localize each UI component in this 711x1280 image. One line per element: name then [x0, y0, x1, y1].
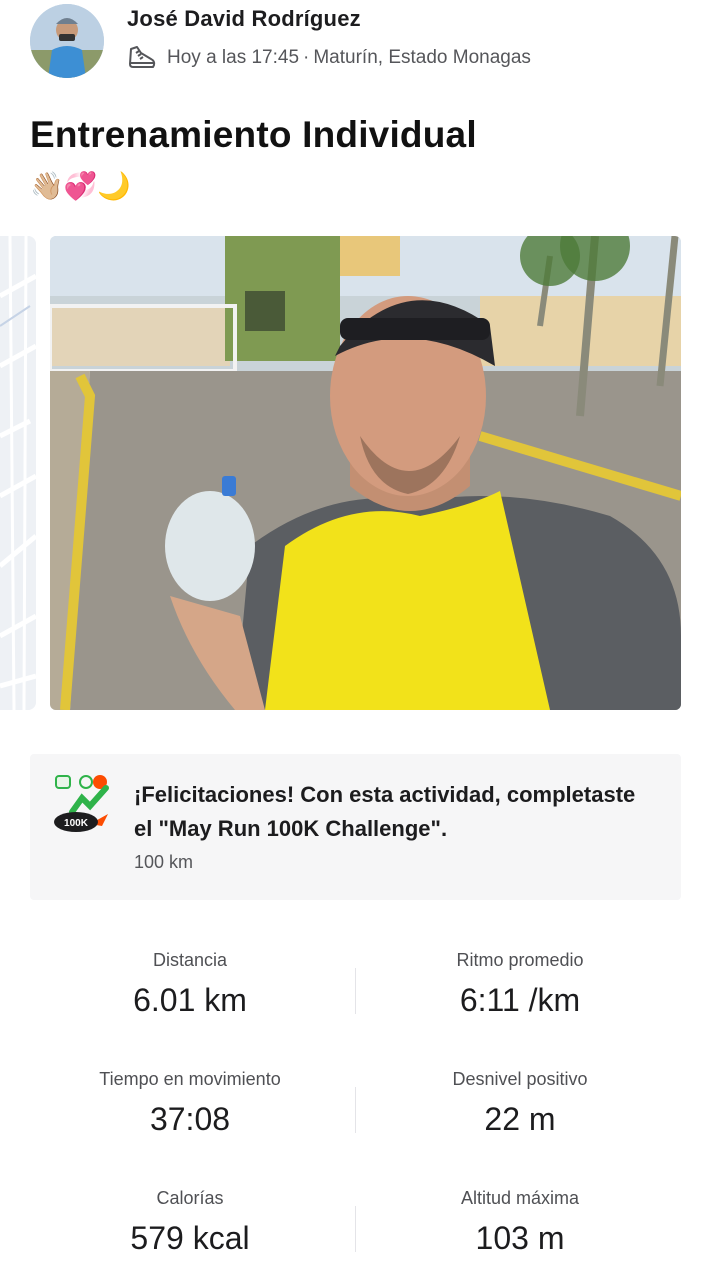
stat-value: 6.01 km [133, 982, 247, 1018]
stat-average-pace: Ritmo promedio 6:11 /km [355, 948, 685, 1020]
challenge-distance: 100 km [134, 852, 194, 872]
selfie-photo[interactable] [50, 236, 681, 710]
stat-label: Desnivel positivo [452, 1069, 588, 1089]
stat-elevation-gain: Desnivel positivo 22 m [355, 1067, 685, 1139]
athlete-name[interactable]: José David Rodríguez [127, 6, 361, 32]
activity-location: Maturín, Estado Monagas [313, 47, 531, 68]
activity-description: 👋🏼💞🌙 [30, 171, 131, 202]
activity-stats: Distancia 6.01 km Ritmo promedio 6:11 /k… [25, 930, 685, 1270]
route-map-thumbnail[interactable] [0, 236, 36, 710]
shoe-icon [127, 45, 157, 71]
avatar[interactable] [30, 4, 104, 78]
stat-label: Calorías [156, 1188, 224, 1208]
activity-time: Hoy a las 17:45 [167, 47, 300, 68]
stat-label: Tiempo en movimiento [99, 1069, 281, 1089]
stat-label: Distancia [152, 950, 228, 970]
stat-max-elevation: Altitud máxima 103 m [355, 1186, 685, 1258]
stat-value: 6:11 /km [459, 982, 581, 1018]
activity-meta: Hoy a las 17:45 · Maturín, Estado Monaga… [127, 44, 531, 72]
stat-moving-time: Tiempo en movimiento 37:08 [25, 1067, 355, 1139]
stat-value: 103 m [475, 1220, 565, 1256]
stat-label: Ritmo promedio [456, 950, 584, 970]
challenge-badge-icon: 100K [52, 772, 112, 836]
stat-calories: Calorías 579 kcal [25, 1186, 355, 1258]
challenge-badge-text: 100K [64, 818, 89, 829]
stat-value: 37:08 [149, 1101, 231, 1137]
challenge-completed-card[interactable]: 100K ¡Felicitaciones! Con esta actividad… [30, 754, 681, 900]
stat-value: 22 m [484, 1101, 556, 1137]
stat-label: Altitud máxima [460, 1188, 580, 1208]
challenge-message: ¡Felicitaciones! Con esta actividad, com… [134, 782, 636, 841]
activity-title[interactable]: Entrenamiento Individual [30, 114, 477, 156]
stat-distance: Distancia 6.01 km [25, 948, 355, 1020]
meta-separator: · [303, 47, 310, 68]
stat-value: 579 kcal [130, 1220, 250, 1256]
